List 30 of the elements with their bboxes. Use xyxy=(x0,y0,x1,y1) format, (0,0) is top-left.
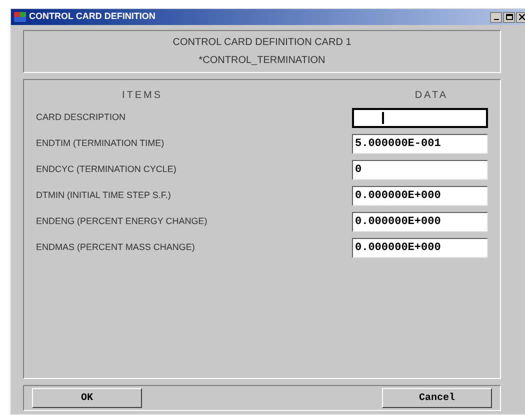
minimize-button[interactable] xyxy=(490,12,502,22)
item-label: ENDCYC (TERMINATION CYCLE) xyxy=(36,163,176,176)
field-value: 5.000000E-001 xyxy=(355,136,441,152)
field-value: 0.000000E+000 xyxy=(355,214,441,230)
column-header: ITEMS xyxy=(122,88,163,102)
item-label: DTMIN (INITIAL TIME STEP S.F.) xyxy=(36,189,171,202)
item-label: ENDTIM (TERMINATION TIME) xyxy=(36,137,164,150)
close-button[interactable] xyxy=(516,12,525,22)
field-value: 0 xyxy=(355,162,362,178)
data-input-field[interactable]: 0 xyxy=(352,160,488,180)
data-input-field[interactable]: 5.000000E-001 xyxy=(352,134,488,154)
data-input-field[interactable]: 0.000000E+000 xyxy=(352,186,488,206)
data-input-field[interactable]: 0.000000E+000 xyxy=(352,238,488,258)
dialog-button[interactable]: Cancel xyxy=(382,388,492,408)
field-value: 0.000000E+000 xyxy=(355,188,441,204)
item-label: CARD DESCRIPTION xyxy=(36,111,126,124)
maximize-button[interactable] xyxy=(503,12,515,22)
item-label: ENDMAS (PERCENT MASS CHANGE) xyxy=(36,241,195,254)
dialog-button[interactable]: OK xyxy=(32,388,142,408)
close-icon xyxy=(519,14,525,20)
header-subtitle: *CONTROL_TERMINATION xyxy=(198,54,326,68)
item-label: ENDENG (PERCENT ENERGY CHANGE) xyxy=(36,215,208,228)
text-cursor-icon xyxy=(382,112,384,124)
data-input-field[interactable]: 0.000000E+000 xyxy=(352,212,488,232)
window-title: CONTROL CARD DEFINITION xyxy=(29,10,156,24)
field-value: 0.000000E+000 xyxy=(355,240,441,256)
header-title: CONTROL CARD DEFINITION CARD 1 xyxy=(172,36,352,50)
column-header: DATA xyxy=(414,88,448,102)
data-input-field[interactable] xyxy=(352,108,488,128)
app-icon xyxy=(14,12,26,22)
